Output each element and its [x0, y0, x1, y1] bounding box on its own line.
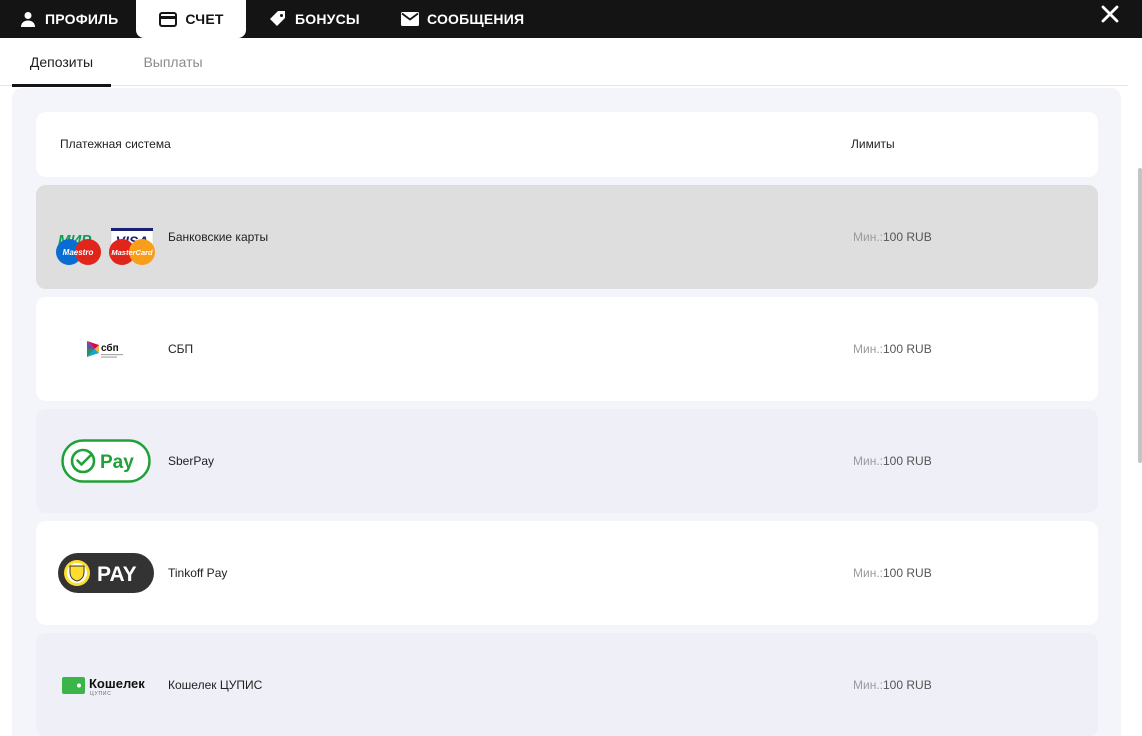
tag-icon [268, 9, 288, 29]
close-button[interactable] [1100, 4, 1120, 24]
payment-limit: Мин.:100 RUB [853, 566, 932, 580]
payment-row-cupis[interactable]: Кошелек ЦУПИС Кошелек ЦУПИС Мин.:100 RUB [36, 633, 1098, 736]
tinkoff-logo-text: PAY [97, 563, 137, 586]
sbp-logo: сбп [56, 297, 156, 401]
cupis-wallet-logo: Кошелек ЦУПИС [56, 633, 156, 736]
tab-messages[interactable]: СООБЩЕНИЯ [400, 0, 524, 38]
cupis-logo-sub: ЦУПИС [90, 691, 112, 697]
top-nav: ПРОФИЛЬ СЧЕТ БОНУСЫ СООБЩЕНИЯ [0, 0, 1142, 38]
tab-bonuses[interactable]: БОНУСЫ [268, 0, 360, 38]
payment-name: СБП [168, 342, 194, 356]
tinkoff-pay-logo: PAY [56, 521, 156, 625]
tab-deposits[interactable]: Депозиты [12, 38, 111, 87]
scrollbar[interactable] [1138, 168, 1142, 463]
cupis-logo-title: Кошелек [89, 676, 145, 691]
tab-profile[interactable]: ПРОФИЛЬ [18, 0, 118, 38]
tab-payouts[interactable]: Выплаты [132, 38, 214, 85]
sberpay-logo: Pay [56, 409, 156, 513]
sub-tabs: Депозиты Выплаты [0, 38, 1128, 87]
sbp-logo-text: сбп [101, 342, 119, 354]
payment-name: Tinkoff Pay [168, 566, 228, 580]
payment-row-bank-cards[interactable]: МИР VISA Maestro MasterCard Банковские к… [36, 185, 1098, 289]
wallet-icon [158, 9, 178, 29]
col-payment-system: Платежная система [60, 137, 171, 151]
payment-row-sberpay[interactable]: Pay SberPay Мин.:100 RUB [36, 409, 1098, 513]
payment-name: Банковские карты [168, 230, 269, 244]
maestro-mastercard-logo: Maestro MasterCard [56, 209, 156, 269]
payment-name: Кошелек ЦУПИС [168, 678, 263, 692]
maestro-logo-text: Maestro [63, 248, 94, 257]
payment-limit: Мин.:100 RUB [853, 230, 932, 244]
tab-messages-label: СООБЩЕНИЯ [427, 11, 525, 27]
payment-name: SberPay [168, 454, 215, 468]
col-limits: Лимиты [851, 137, 895, 151]
tab-bonuses-label: БОНУСЫ [295, 11, 360, 27]
user-icon [18, 9, 38, 29]
envelope-icon [400, 9, 420, 29]
mastercard-logo-text: MasterCard [111, 248, 153, 257]
payment-row-sbp[interactable]: сбп СБП Мин.:100 RUB [36, 297, 1098, 401]
close-icon [1101, 5, 1119, 23]
payment-row-tinkoff-pay[interactable]: PAY Tinkoff Pay Мин.:100 RUB [36, 521, 1098, 625]
payment-limit: Мин.:100 RUB [853, 454, 932, 468]
tab-account[interactable]: СЧЕТ [136, 0, 246, 38]
tab-account-label: СЧЕТ [185, 11, 224, 27]
sberpay-logo-text: Pay [100, 452, 134, 473]
table-header: Платежная система Лимиты [36, 112, 1098, 177]
tab-profile-label: ПРОФИЛЬ [45, 11, 119, 27]
payment-limit: Мин.:100 RUB [853, 678, 932, 692]
payment-limit: Мин.:100 RUB [853, 342, 932, 356]
